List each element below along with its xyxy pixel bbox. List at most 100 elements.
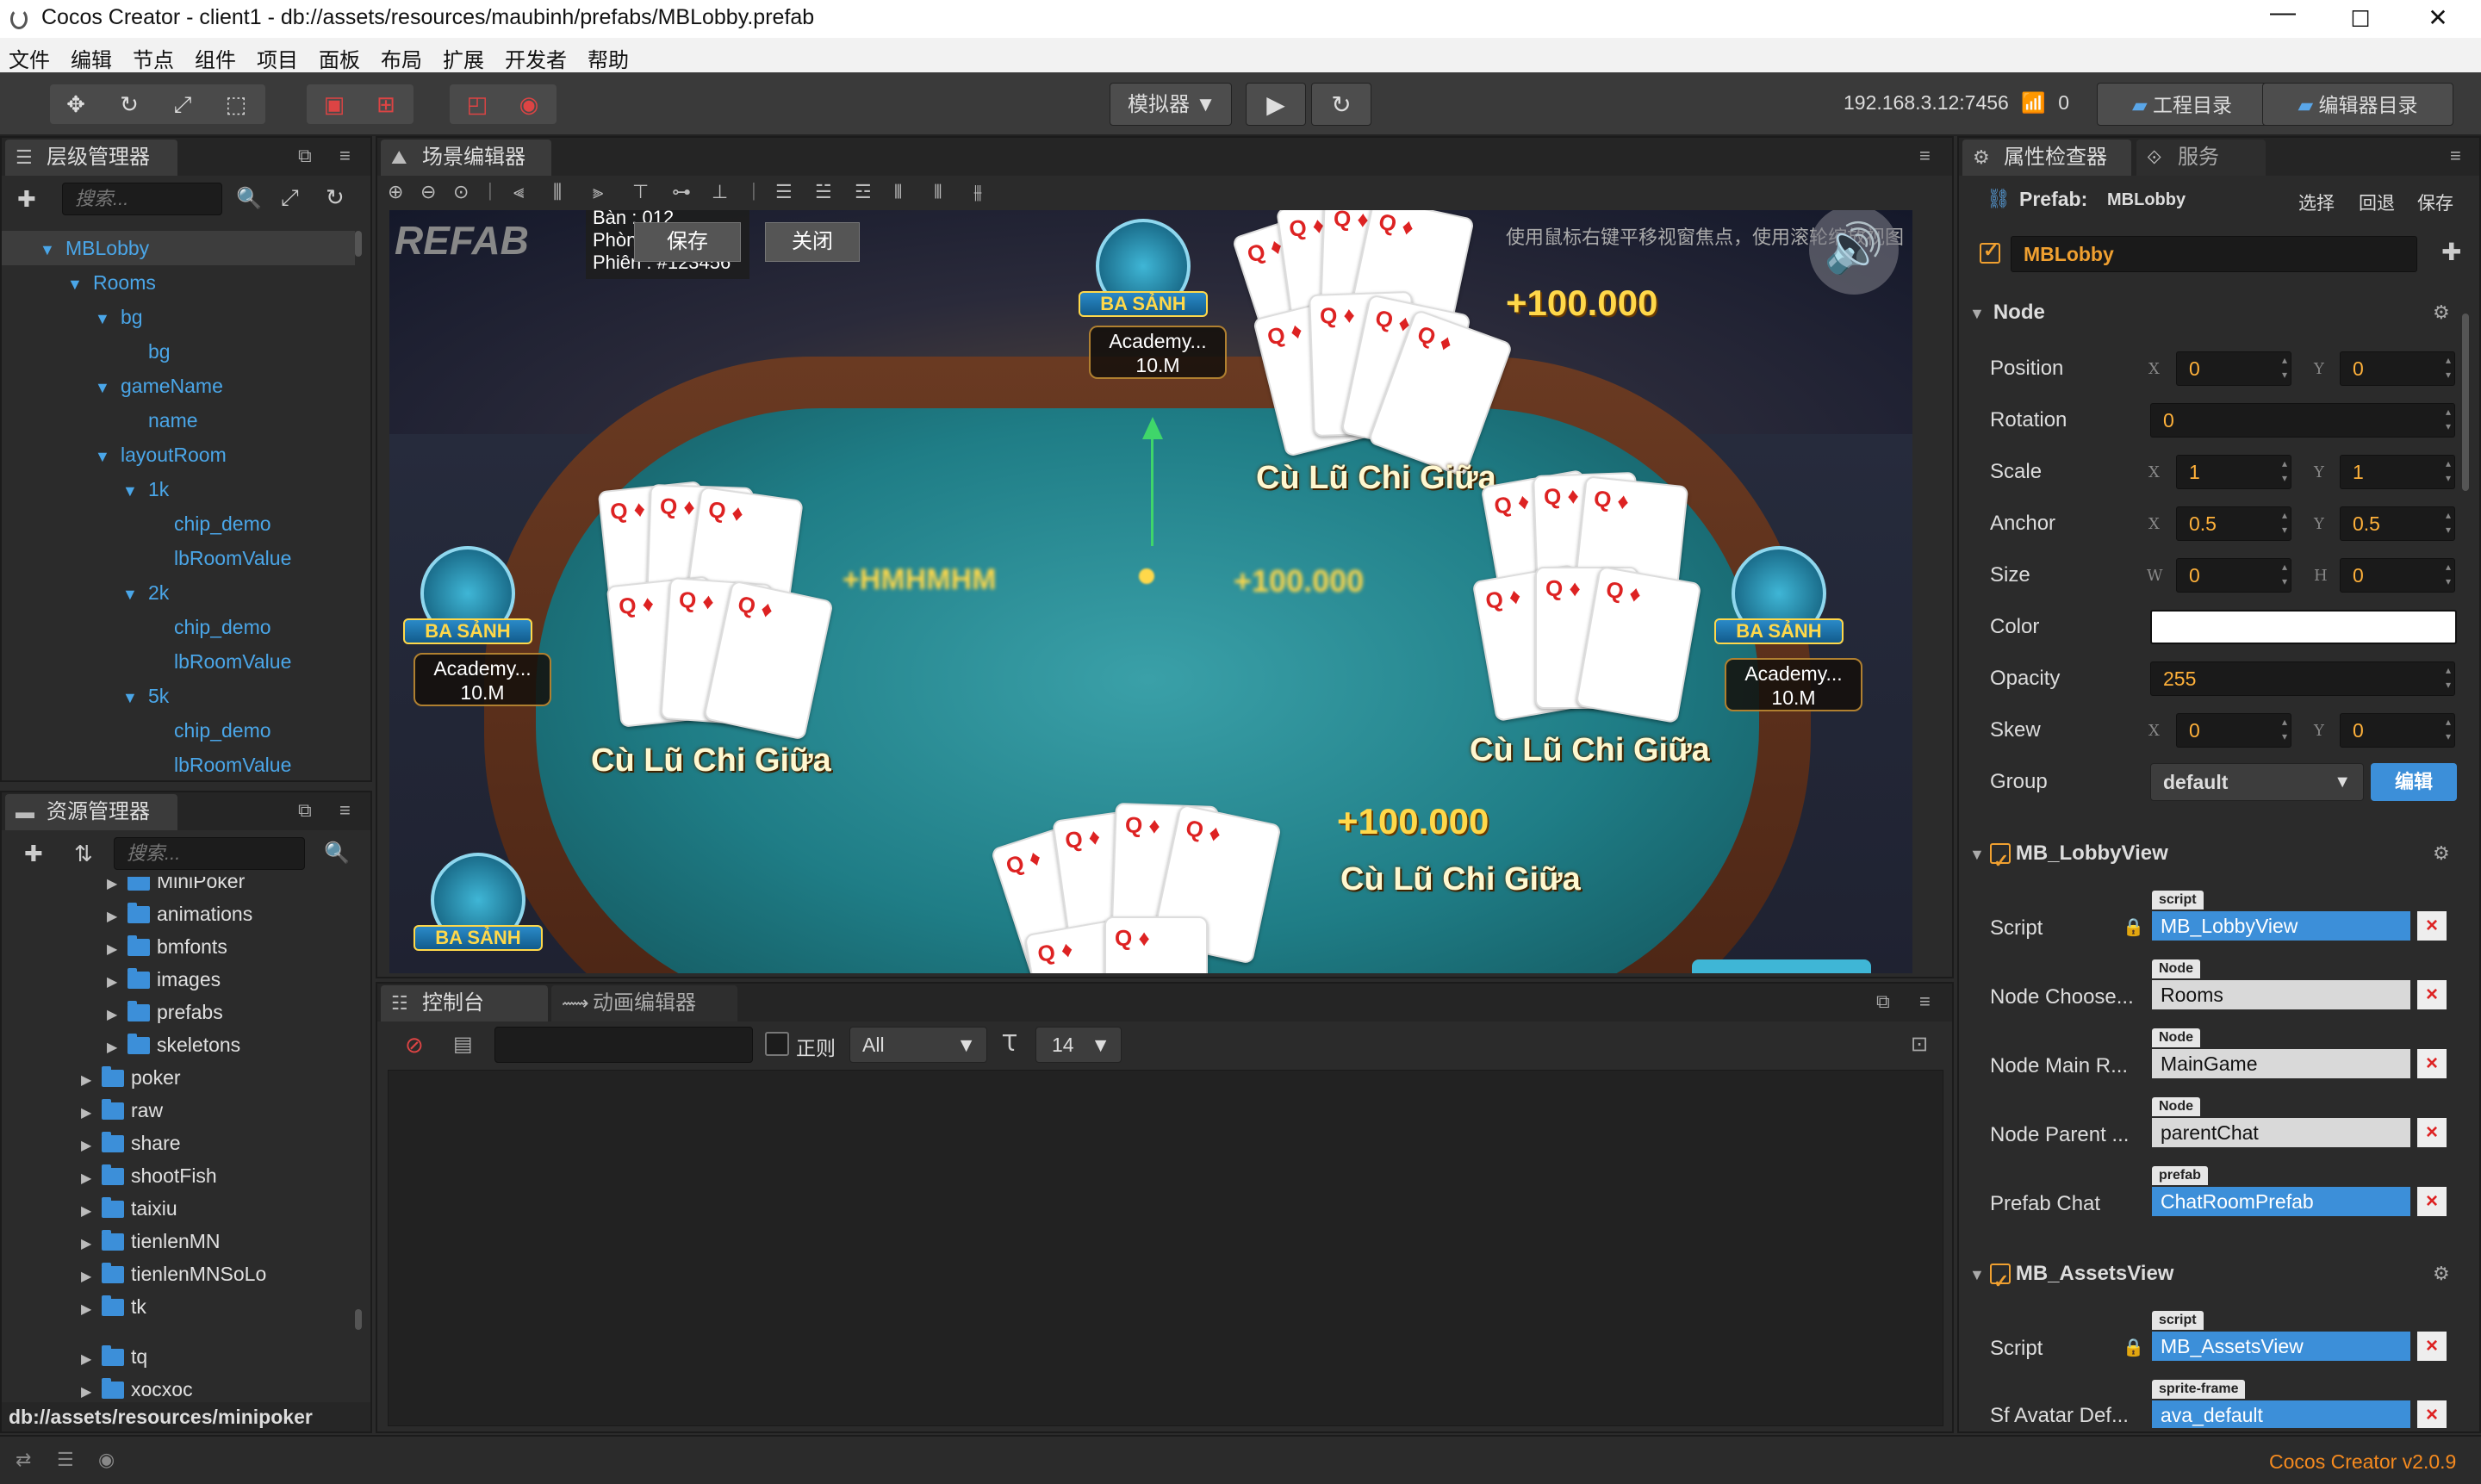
panel-menu-icon[interactable]: ≡ bbox=[2450, 145, 2461, 167]
console-filter-input[interactable] bbox=[494, 1027, 753, 1063]
tree-node-name[interactable]: name bbox=[2, 403, 198, 438]
editor-dir-button[interactable]: ▰ 编辑器目录 bbox=[2262, 83, 2453, 126]
caret-down-icon[interactable]: ▼ bbox=[95, 301, 121, 336]
collapse-icon[interactable]: ⊡ bbox=[1911, 1032, 1928, 1057]
popout-icon[interactable]: ⧉ bbox=[1876, 990, 1890, 1013]
menu-file[interactable]: 文件 bbox=[9, 43, 50, 73]
tree-node-lbroomvalue[interactable]: lbRoomValue bbox=[2, 541, 291, 575]
node-active-checkbox[interactable] bbox=[1980, 239, 2000, 264]
clear-icon[interactable]: × bbox=[2417, 1400, 2447, 1428]
asset-folder-animations[interactable]: ▶ animations bbox=[107, 897, 252, 930]
caret-right-icon[interactable]: ▶ bbox=[107, 1032, 127, 1065]
close-scene-button[interactable]: 关闭 bbox=[765, 222, 860, 262]
edit-group-button[interactable]: 编辑 bbox=[2371, 763, 2457, 801]
anchor-x-input[interactable]: 0.5 bbox=[2176, 506, 2291, 541]
tree-node-2k[interactable]: ▼ 2k bbox=[2, 575, 169, 610]
assets-search-input[interactable]: 搜索... bbox=[114, 837, 305, 870]
screen-icon[interactable]: ◰ bbox=[453, 84, 501, 124]
tab-hierarchy[interactable]: ☰ 层级管理器 bbox=[5, 140, 177, 176]
align-bottom-icon[interactable]: ⊥ bbox=[712, 181, 728, 203]
bottom-right-button[interactable] bbox=[1692, 959, 1871, 973]
distribute-left-icon[interactable]: ⫴ bbox=[894, 181, 902, 203]
caret-right-icon[interactable]: ▶ bbox=[81, 1163, 102, 1195]
prefab-select-button[interactable]: 选择 bbox=[2298, 189, 2335, 215]
position-y-input[interactable]: 0 bbox=[2340, 351, 2455, 386]
caret-down-icon[interactable]: ▼ bbox=[40, 233, 65, 267]
caret-right-icon[interactable]: ▶ bbox=[81, 1097, 102, 1130]
color-swatch[interactable] bbox=[2150, 610, 2457, 644]
tree-node-5k[interactable]: ▼ 5k bbox=[2, 679, 169, 713]
menu-component[interactable]: 组件 bbox=[195, 43, 236, 73]
asset-folder-poker[interactable]: ▶ poker bbox=[81, 1061, 181, 1094]
assetsview-section-header[interactable]: ▼MB_AssetsView bbox=[1964, 1252, 2462, 1303]
panel-menu-icon[interactable]: ≡ bbox=[1919, 990, 1931, 1013]
refresh-icon[interactable]: ↻ bbox=[326, 184, 345, 211]
component-enabled-checkbox[interactable] bbox=[1989, 840, 2011, 883]
simulator-select[interactable]: 模拟器 ▼ bbox=[1110, 83, 1232, 126]
prefab-chat-field[interactable]: ChatRoomPrefab bbox=[2152, 1187, 2410, 1216]
menu-node[interactable]: 节点 bbox=[133, 43, 174, 73]
caret-right-icon[interactable]: ▶ bbox=[81, 1261, 102, 1294]
player-avatar-bottom[interactable]: BA SẢNH bbox=[414, 853, 543, 973]
align-top-icon[interactable]: ⊤ bbox=[632, 181, 649, 203]
zoom-out-icon[interactable]: ⊖ bbox=[420, 181, 436, 203]
size-h-input[interactable]: 0 bbox=[2340, 558, 2455, 593]
tab-scene[interactable]: ⛰ 场景编辑器 bbox=[381, 140, 551, 176]
save-scene-button[interactable]: 保存 bbox=[634, 222, 741, 262]
gear-icon[interactable]: ⚙ bbox=[2433, 1263, 2450, 1285]
node-choose-field[interactable]: Rooms bbox=[2152, 980, 2410, 1009]
skew-y-input[interactable]: 0 bbox=[2340, 713, 2455, 748]
distribute-vcenter-icon[interactable]: ☱ bbox=[815, 181, 832, 203]
asset-folder-skeletons[interactable]: ▶ skeletons bbox=[107, 1028, 240, 1061]
tab-assets[interactable]: ▬ 资源管理器 bbox=[5, 794, 177, 830]
add-asset-icon[interactable]: ✚ bbox=[24, 841, 43, 867]
asset-folder-share[interactable]: ▶ share bbox=[81, 1127, 181, 1159]
tree-node-chip-demo[interactable]: chip_demo bbox=[2, 610, 271, 644]
hierarchy-scrollbar[interactable] bbox=[355, 231, 362, 257]
maximize-button[interactable]: ☐ bbox=[2326, 0, 2395, 38]
opacity-input[interactable]: 255 bbox=[2150, 661, 2455, 696]
clear-icon[interactable]: × bbox=[2417, 911, 2447, 941]
assets-scrollbar[interactable] bbox=[355, 1309, 362, 1330]
player-avatar-left[interactable]: BA SẢNH Academy... 10.M bbox=[403, 546, 551, 706]
y-axis-gizmo[interactable] bbox=[1151, 425, 1153, 546]
clear-console-icon[interactable]: ⊘ bbox=[405, 1032, 424, 1059]
asset-folder-tq[interactable]: ▶ tq bbox=[81, 1340, 147, 1373]
asset-folder-shootfish[interactable]: ▶ shootFish bbox=[81, 1159, 217, 1192]
caret-right-icon[interactable]: ▶ bbox=[81, 1344, 102, 1376]
caret-right-icon[interactable]: ▶ bbox=[81, 1195, 102, 1228]
add-component-icon[interactable]: ✚ bbox=[2441, 238, 2461, 266]
tree-node-gamename[interactable]: ▼ gameName bbox=[2, 369, 223, 403]
database-icon[interactable]: ☰ bbox=[57, 1449, 74, 1471]
tree-node-chip-demo[interactable]: chip_demo bbox=[2, 713, 271, 748]
tree-node-lbroomvalue[interactable]: lbRoomValue bbox=[2, 644, 291, 679]
rect-tool-icon[interactable]: ⬚ bbox=[212, 84, 260, 124]
asset-folder-images[interactable]: ▶ images bbox=[107, 963, 221, 996]
scale-y-input[interactable]: 1 bbox=[2340, 455, 2455, 489]
font-size-select[interactable]: 14 ▼ bbox=[1035, 1027, 1122, 1063]
asset-folder-prefabs[interactable]: ▶ prefabs bbox=[107, 996, 223, 1028]
skew-x-input[interactable]: 0 bbox=[2176, 713, 2291, 748]
move-tool-icon[interactable]: ✥ bbox=[52, 84, 100, 124]
menu-help[interactable]: 帮助 bbox=[588, 43, 629, 73]
caret-right-icon[interactable]: ▶ bbox=[81, 1228, 102, 1261]
align-left-icon[interactable]: ⫷ bbox=[513, 181, 524, 203]
distribute-bottom-icon[interactable]: ☲ bbox=[855, 181, 872, 203]
caret-right-icon[interactable]: ▶ bbox=[107, 934, 127, 966]
distribute-hcenter-icon[interactable]: ⦀ bbox=[934, 181, 942, 203]
script-field[interactable]: MB_LobbyView bbox=[2152, 911, 2410, 941]
position-x-input[interactable]: 0 bbox=[2176, 351, 2291, 386]
sync-icon[interactable]: ⇄ bbox=[16, 1449, 31, 1471]
tree-node-chip-demo[interactable]: chip_demo bbox=[2, 506, 271, 541]
tree-node-lbroomvalue[interactable]: lbRoomValue bbox=[2, 748, 291, 782]
reload-icon[interactable]: ↻ bbox=[1311, 83, 1371, 126]
clear-icon[interactable]: × bbox=[2417, 980, 2447, 1009]
rotate-tool-icon[interactable]: ↻ bbox=[105, 84, 153, 124]
play-icon[interactable]: ▶ bbox=[1246, 83, 1306, 126]
rotation-input[interactable]: 0 bbox=[2150, 403, 2455, 438]
tree-node-bg[interactable]: ▼ bg bbox=[2, 300, 143, 334]
component-enabled-checkbox[interactable] bbox=[1989, 1260, 2011, 1303]
inspector-scrollbar[interactable] bbox=[2462, 314, 2469, 491]
local-icon[interactable]: ⊞ bbox=[362, 84, 410, 124]
scale-x-input[interactable]: 1 bbox=[2176, 455, 2291, 489]
